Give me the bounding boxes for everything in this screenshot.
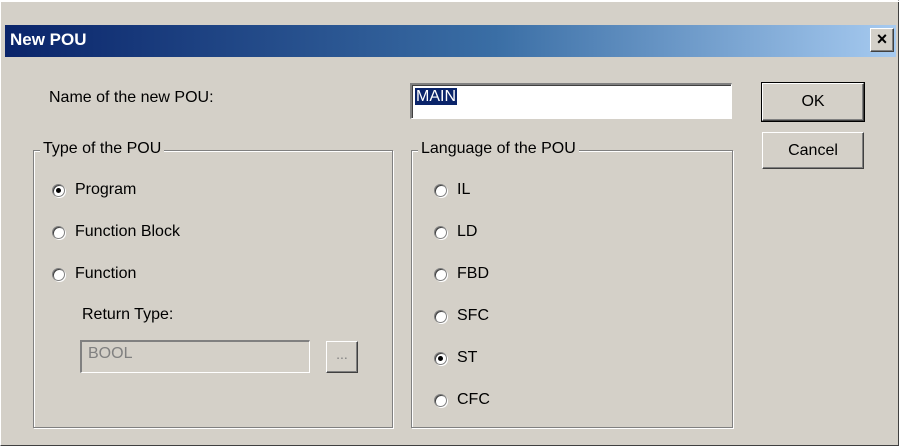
radio-function[interactable]: Function <box>52 265 136 283</box>
radio-label-function-block: Function Block <box>75 223 180 240</box>
radio-st[interactable]: ST <box>434 349 477 367</box>
name-input[interactable]: MAIN <box>410 83 732 119</box>
radio-program[interactable]: Program <box>52 181 136 199</box>
radio-unchecked-icon <box>52 267 65 281</box>
radio-label-ld: LD <box>457 223 478 240</box>
name-input-value: MAIN <box>415 88 457 105</box>
window-title: New POU <box>10 30 87 49</box>
radio-label-cfc: CFC <box>457 391 490 408</box>
return-type-label: Return Type: <box>82 306 174 323</box>
new-pou-dialog: New POU × Name of the new POU: MAIN OK C… <box>0 0 899 446</box>
radio-checked-icon <box>52 183 65 197</box>
radio-label-program: Program <box>75 181 137 198</box>
type-of-pou-group: Type of the POU Program Function Block F… <box>33 140 393 428</box>
cancel-button[interactable]: Cancel <box>762 132 864 169</box>
ok-button[interactable]: OK <box>761 82 865 122</box>
radio-il[interactable]: IL <box>434 181 470 199</box>
radio-label-function: Function <box>75 265 137 282</box>
name-label: Name of the new POU: <box>49 89 214 106</box>
radio-unchecked-icon <box>434 267 447 281</box>
radio-unchecked-icon <box>52 225 65 239</box>
top-edge <box>1 1 899 2</box>
radio-ld[interactable]: LD <box>434 223 477 241</box>
language-of-pou-group: Language of the POU IL LD FBD SFC ST CFC <box>411 140 733 428</box>
radio-cfc[interactable]: CFC <box>434 391 490 409</box>
radio-unchecked-icon <box>434 309 447 323</box>
radio-label-il: IL <box>457 181 471 198</box>
radio-label-st: ST <box>457 349 478 366</box>
return-type-input: BOOL <box>80 340 310 373</box>
radio-unchecked-icon <box>434 183 447 197</box>
radio-sfc[interactable]: SFC <box>434 307 489 325</box>
radio-label-fbd: FBD <box>457 265 489 282</box>
radio-fbd[interactable]: FBD <box>434 265 489 283</box>
browse-return-type-button: ... <box>326 341 358 373</box>
type-of-pou-legend: Type of the POU <box>40 140 165 158</box>
radio-label-sfc: SFC <box>457 307 489 324</box>
close-button[interactable]: × <box>870 28 894 52</box>
radio-unchecked-icon <box>434 225 447 239</box>
radio-checked-icon <box>434 351 447 365</box>
language-of-pou-legend: Language of the POU <box>418 140 579 158</box>
radio-function-block[interactable]: Function Block <box>52 223 180 241</box>
title-bar[interactable]: New POU × <box>5 25 896 57</box>
close-icon: × <box>876 29 888 49</box>
radio-unchecked-icon <box>434 393 447 407</box>
